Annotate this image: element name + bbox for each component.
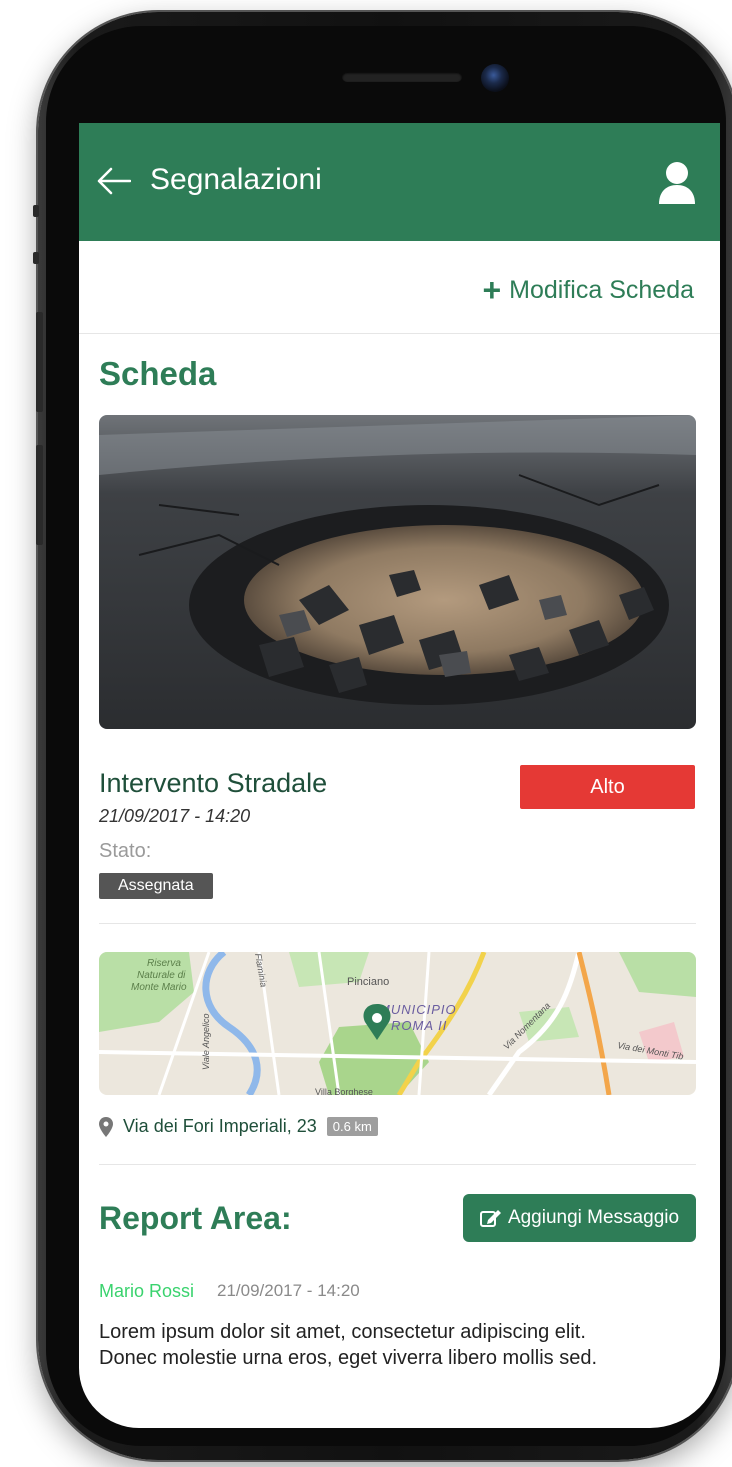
divider	[99, 1164, 696, 1165]
map-label: Pinciano	[347, 976, 389, 988]
volume-down-button	[36, 445, 43, 545]
mute-switch-2	[33, 252, 39, 264]
divider	[99, 923, 696, 924]
map-label: Viale Angelico	[201, 1013, 211, 1070]
report-area-title: Report Area:	[99, 1200, 292, 1236]
map-label: Riserva	[147, 958, 181, 969]
status-badge: Assegnata	[99, 873, 213, 899]
add-message-button[interactable]: Aggiungi Messaggio	[463, 1194, 696, 1242]
mute-switch	[33, 205, 39, 217]
priority-badge[interactable]: Alto	[520, 765, 695, 809]
map-label: ROMA II	[391, 1018, 447, 1033]
app-bar: Segnalazioni	[79, 123, 720, 241]
intervention-title: Intervento Stradale	[99, 768, 328, 798]
edit-sheet-button[interactable]: + Modifica Scheda	[482, 274, 694, 306]
speaker	[342, 72, 462, 82]
user-icon[interactable]	[657, 161, 697, 205]
page-title: Segnalazioni	[150, 163, 322, 196]
arrow-left-icon[interactable]	[97, 167, 131, 195]
add-message-label: Aggiungi Messaggio	[507, 1207, 680, 1228]
message-datetime: 21/09/2017 - 14:20	[217, 1281, 360, 1300]
address-text: Via dei Fori Imperiali, 23	[123, 1116, 317, 1136]
edit-sheet-label: Modifica Scheda	[509, 275, 694, 304]
map-label: MUNICIPIO	[379, 1002, 457, 1017]
app-screen: Segnalazioni + Modifica Scheda Scheda In…	[79, 123, 720, 1428]
map-label: Naturale di	[137, 970, 186, 981]
distance-badge: 0.6 km	[326, 1117, 378, 1136]
map-label: Monte Mario	[131, 982, 187, 993]
front-camera	[481, 64, 509, 92]
action-row: + Modifica Scheda	[79, 241, 720, 334]
plus-icon: +	[482, 272, 502, 308]
location-pin-icon	[99, 1116, 113, 1137]
intervention-datetime: 21/09/2017 - 14:20	[99, 806, 251, 826]
section-title: Scheda	[99, 355, 217, 392]
location-map[interactable]: Riserva Naturale di Monte Mario Pinciano…	[99, 952, 696, 1095]
map-label: Villa Borghese	[315, 1087, 373, 1095]
edit-icon	[479, 1210, 501, 1227]
status-label: Stato:	[99, 840, 152, 862]
volume-up-button	[36, 312, 43, 412]
message-text: Lorem ipsum dolor sit amet, consectetur …	[99, 1321, 597, 1370]
report-photo	[99, 415, 696, 729]
message-author[interactable]: Mario Rossi	[99, 1281, 194, 1302]
address-row[interactable]: Via dei Fori Imperiali, 23 0.6 km	[99, 1116, 378, 1137]
